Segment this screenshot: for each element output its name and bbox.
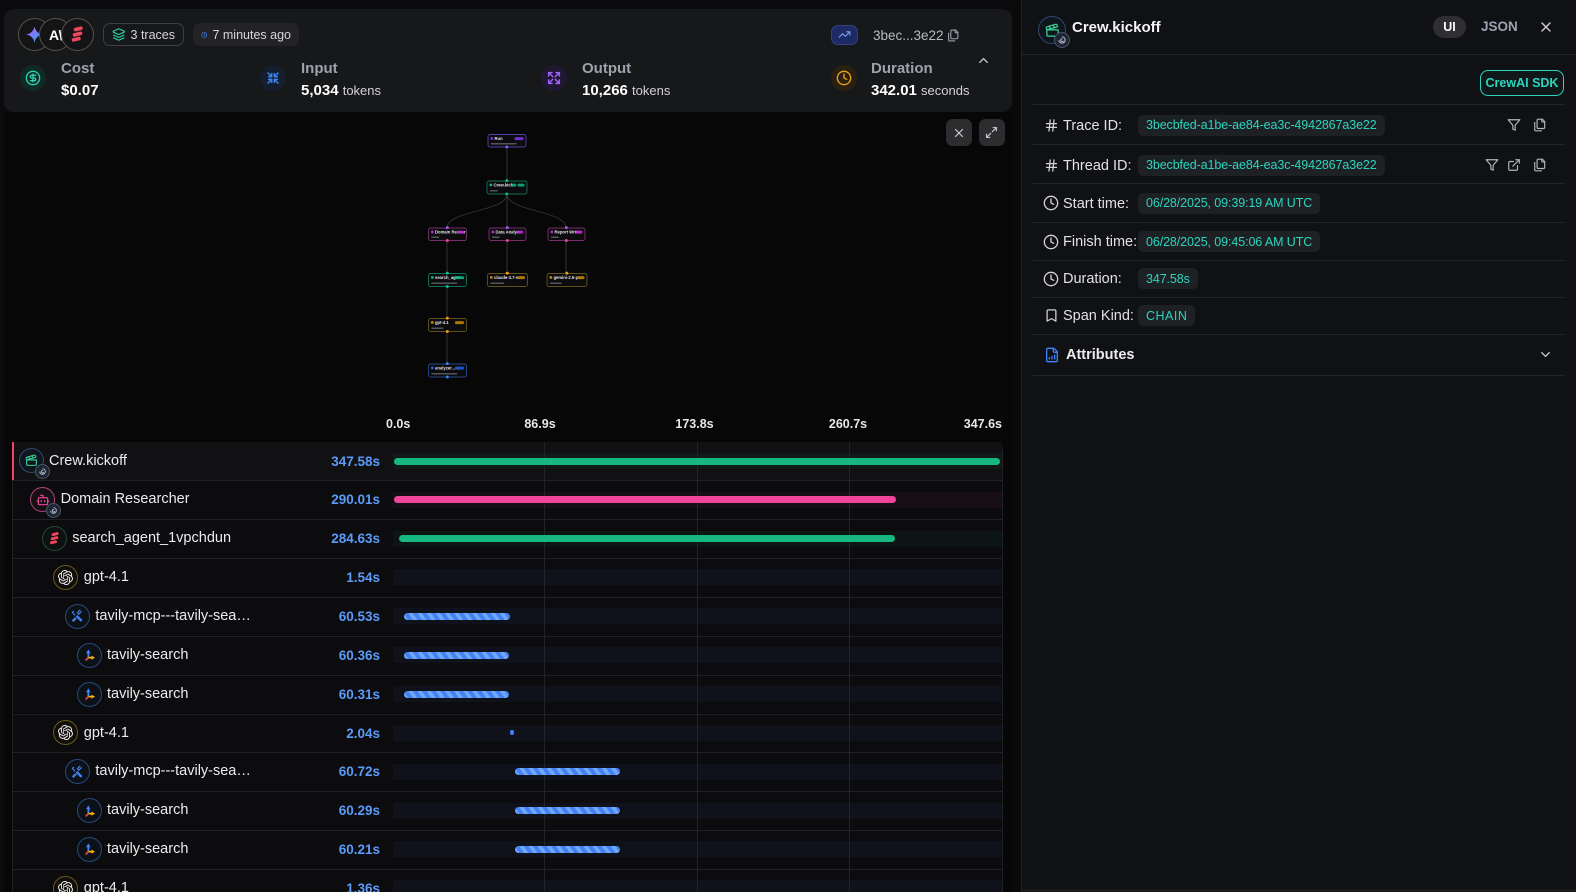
svg-text:gemini-2.5-p..: gemini-2.5-p.. bbox=[554, 275, 581, 280]
svg-text:claude-3.7-s..: claude-3.7-s.. bbox=[494, 275, 521, 280]
svg-text:analyzer...: analyzer... bbox=[435, 366, 455, 371]
svg-text:gpt-4.1: gpt-4.1 bbox=[435, 320, 449, 325]
svg-text:Run: Run bbox=[495, 136, 504, 141]
